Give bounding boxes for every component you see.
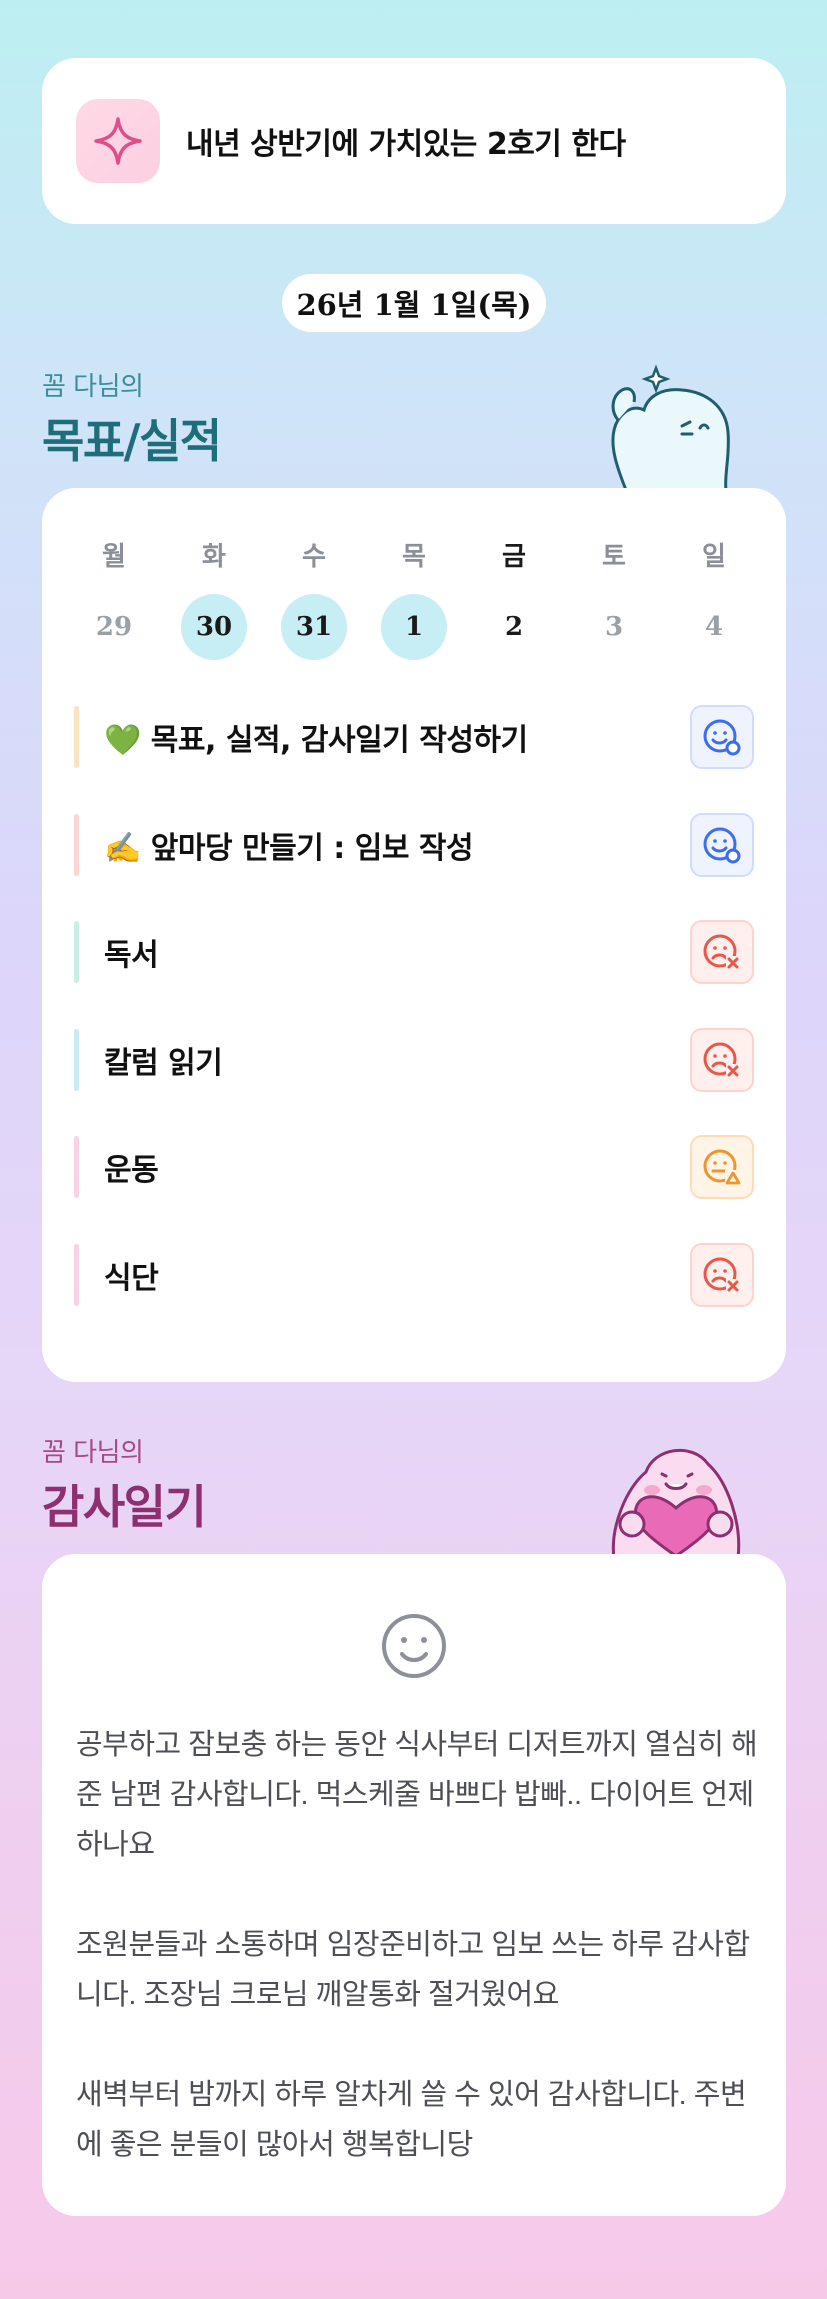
day-of-week-label: 목	[402, 542, 426, 572]
goal-text: 내년 상반기에 가치있는 2호기 한다	[186, 127, 626, 162]
goals-section-header: 꼼 다님의 목표/실적	[42, 366, 222, 471]
mascot-heart-illustration	[611, 1448, 741, 1558]
day-of-week-label: 화	[202, 542, 226, 572]
week-day-sat[interactable]: 토 3	[564, 536, 664, 660]
task-color-bar	[74, 813, 79, 876]
status-partial-button[interactable]	[690, 1135, 754, 1199]
date-number: 31	[281, 594, 347, 660]
task-row[interactable]: ✍️ 앞마당 만들기 : 임보 작성	[74, 810, 754, 880]
goals-card: 월 29 화 30 수 31 목 1 금 2 토 3 일 4 �	[42, 488, 786, 1382]
task-color-bar	[74, 1028, 79, 1091]
gratitude-section-header: 꼼 다님의 감사일기	[42, 1432, 207, 1537]
day-of-week-label: 일	[702, 542, 726, 572]
task-label: 운동	[104, 1153, 159, 1188]
task-row[interactable]: 💚 목표, 실적, 감사일기 작성하기	[74, 702, 754, 772]
date-number: 3	[604, 612, 624, 642]
date-number: 29	[95, 612, 133, 642]
day-of-week-label: 수	[302, 542, 326, 572]
task-row[interactable]: 칼럼 읽기	[74, 1025, 754, 1095]
smile-icon	[382, 1614, 446, 1678]
task-label: 독서	[104, 938, 159, 973]
status-fail-button[interactable]	[690, 1027, 754, 1092]
task-color-bar	[74, 1136, 79, 1198]
gratitude-card: 공부하고 잠보충 하는 동안 식사부터 디저트까지 열심히 해준 남편 감사합니…	[42, 1554, 786, 2216]
task-row[interactable]: 식단	[74, 1240, 754, 1310]
task-label: 칼럼 읽기	[104, 1045, 223, 1081]
day-of-week-label: 토	[602, 542, 626, 572]
status-fail-button[interactable]	[690, 1242, 754, 1307]
task-label: ✍️ 앞마당 만들기 : 임보 작성	[104, 830, 474, 866]
day-of-week-label: 금	[502, 542, 526, 572]
status-done-button[interactable]	[690, 812, 754, 877]
status-done-button[interactable]	[690, 705, 754, 769]
goal-banner: 내년 상반기에 가치있는 2호기 한다	[42, 58, 786, 224]
task-color-bar	[74, 706, 79, 768]
gratitude-heading: 감사일기	[42, 1480, 207, 1534]
task-row[interactable]: 운동	[74, 1132, 754, 1202]
gratitude-entry: 조원분들과 소통하며 임장준비하고 임보 쓰는 하루 감사합니다. 조장님 크로…	[76, 1929, 750, 2011]
week-day-fri[interactable]: 금 2	[464, 536, 564, 660]
task-color-bar	[74, 1243, 79, 1306]
gratitude-entries: 공부하고 잠보충 하는 동안 식사부터 디저트까지 열심히 해준 남편 감사합니…	[76, 1720, 760, 2220]
smile-done-icon	[703, 719, 741, 756]
status-fail-button[interactable]	[690, 920, 754, 984]
sad-fail-icon	[703, 1257, 740, 1293]
gratitude-owner: 꼼 다님의	[42, 1438, 144, 1468]
neutral-warning-icon	[703, 1149, 741, 1185]
goals-heading: 목표/실적	[42, 414, 222, 468]
task-color-bar	[74, 921, 79, 983]
task-label: 식단	[104, 1260, 159, 1296]
week-day-sun[interactable]: 일 4	[664, 536, 764, 660]
sad-fail-icon	[703, 934, 740, 970]
week-day-mon[interactable]: 월 29	[64, 536, 164, 660]
sad-fail-icon	[703, 1042, 740, 1078]
date-number: 2	[504, 612, 524, 642]
task-list: 💚 목표, 실적, 감사일기 작성하기 ✍️ 앞마당 만들기 : 임보 작성 독…	[74, 702, 754, 1347]
sparkle-icon	[76, 99, 160, 183]
gratitude-entry: 새벽부터 밤까지 하루 알차게 쓸 수 있어 감사합니다. 주변에 좋은 분들이…	[76, 2079, 747, 2161]
day-of-week-label: 월	[102, 542, 126, 572]
gratitude-entry: 공부하고 잠보충 하는 동안 식사부터 디저트까지 열심히 해준 남편 감사합니…	[76, 1729, 758, 1861]
week-strip: 월 29 화 30 수 31 목 1 금 2 토 3 일 4	[64, 536, 764, 660]
date-number: 30	[181, 594, 247, 660]
task-label: 💚 목표, 실적, 감사일기 작성하기	[104, 723, 528, 758]
date-number: 4	[704, 612, 724, 642]
goals-owner: 꼼 다님의	[42, 372, 144, 402]
task-row[interactable]: 독서	[74, 917, 754, 987]
week-day-thu[interactable]: 목 1	[364, 536, 464, 660]
week-day-tue[interactable]: 화 30	[164, 536, 264, 660]
date-pill[interactable]: 26년 1월 1일(목)	[282, 274, 546, 332]
week-day-wed[interactable]: 수 31	[264, 536, 364, 660]
smile-done-icon	[703, 827, 741, 863]
date-number: 1	[381, 594, 447, 660]
mascot-thumbs-up-illustration	[611, 364, 730, 490]
